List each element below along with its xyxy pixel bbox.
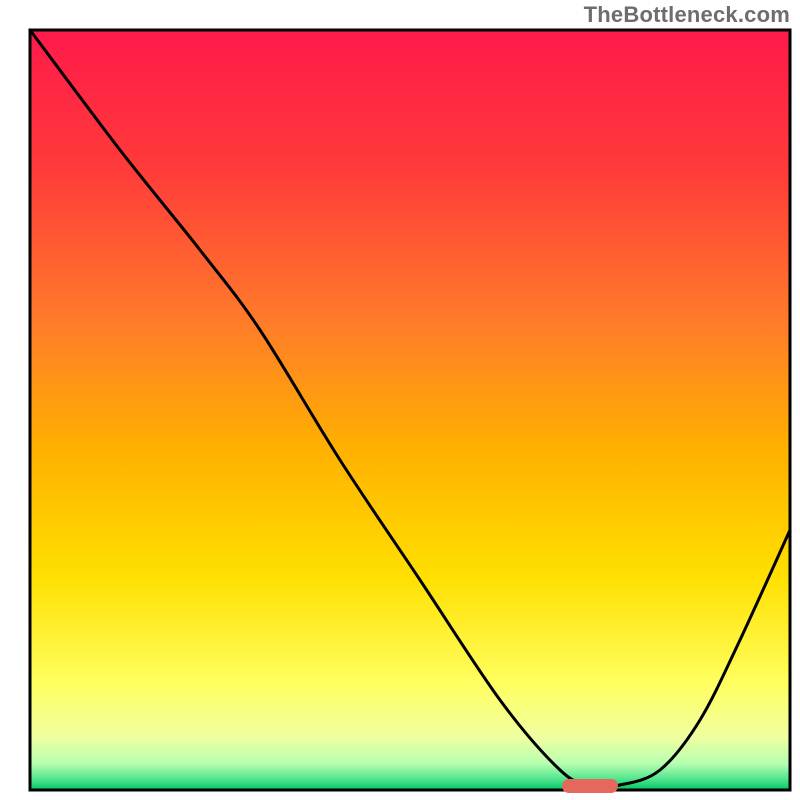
bottleneck-chart	[0, 0, 800, 800]
watermark-text: TheBottleneck.com	[584, 2, 790, 28]
chart-container: { "watermark": "TheBottleneck.com", "cha…	[0, 0, 800, 800]
optimal-marker	[562, 779, 618, 793]
plot-background	[30, 30, 790, 790]
